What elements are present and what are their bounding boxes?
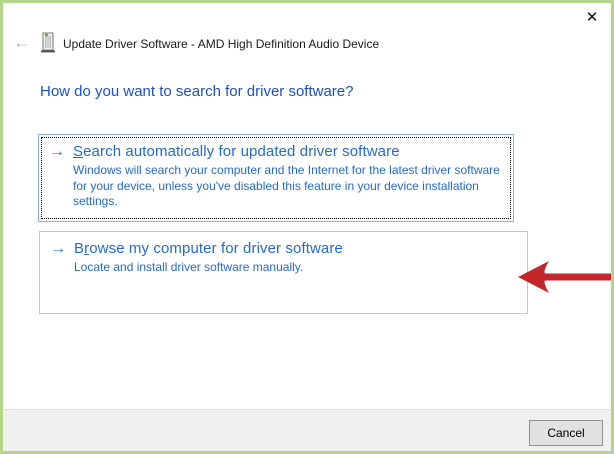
window-title: Update Driver Software - AMD High Defini… [63,37,380,51]
command-link-arrow-icon: → [49,143,65,160]
footer-bar: Cancel [3,409,611,451]
page-title: How do you want to search for driver sof… [40,83,354,100]
search-automatically-option[interactable]: → Search automatically for updated drive… [38,134,514,222]
update-driver-wizard-window: ✕ ← Update Driver Software - AMD High De… [0,0,614,454]
search-automatically-title: Search automatically for updated driver … [73,143,400,160]
browse-computer-title: Browse my computer for driver software [74,240,343,257]
cancel-button[interactable]: Cancel [529,420,603,446]
red-arrow-annotation-icon [518,258,611,301]
browse-computer-description: Locate and install driver software manua… [74,260,304,274]
back-arrow-icon[interactable]: ← [11,31,33,53]
command-link-arrow-icon: → [50,240,66,257]
driver-device-icon [39,32,57,59]
close-icon[interactable]: ✕ [582,7,602,27]
browse-computer-option[interactable]: → Browse my computer for driver software… [39,231,528,314]
search-automatically-description: Windows will search your computer and th… [73,163,500,208]
